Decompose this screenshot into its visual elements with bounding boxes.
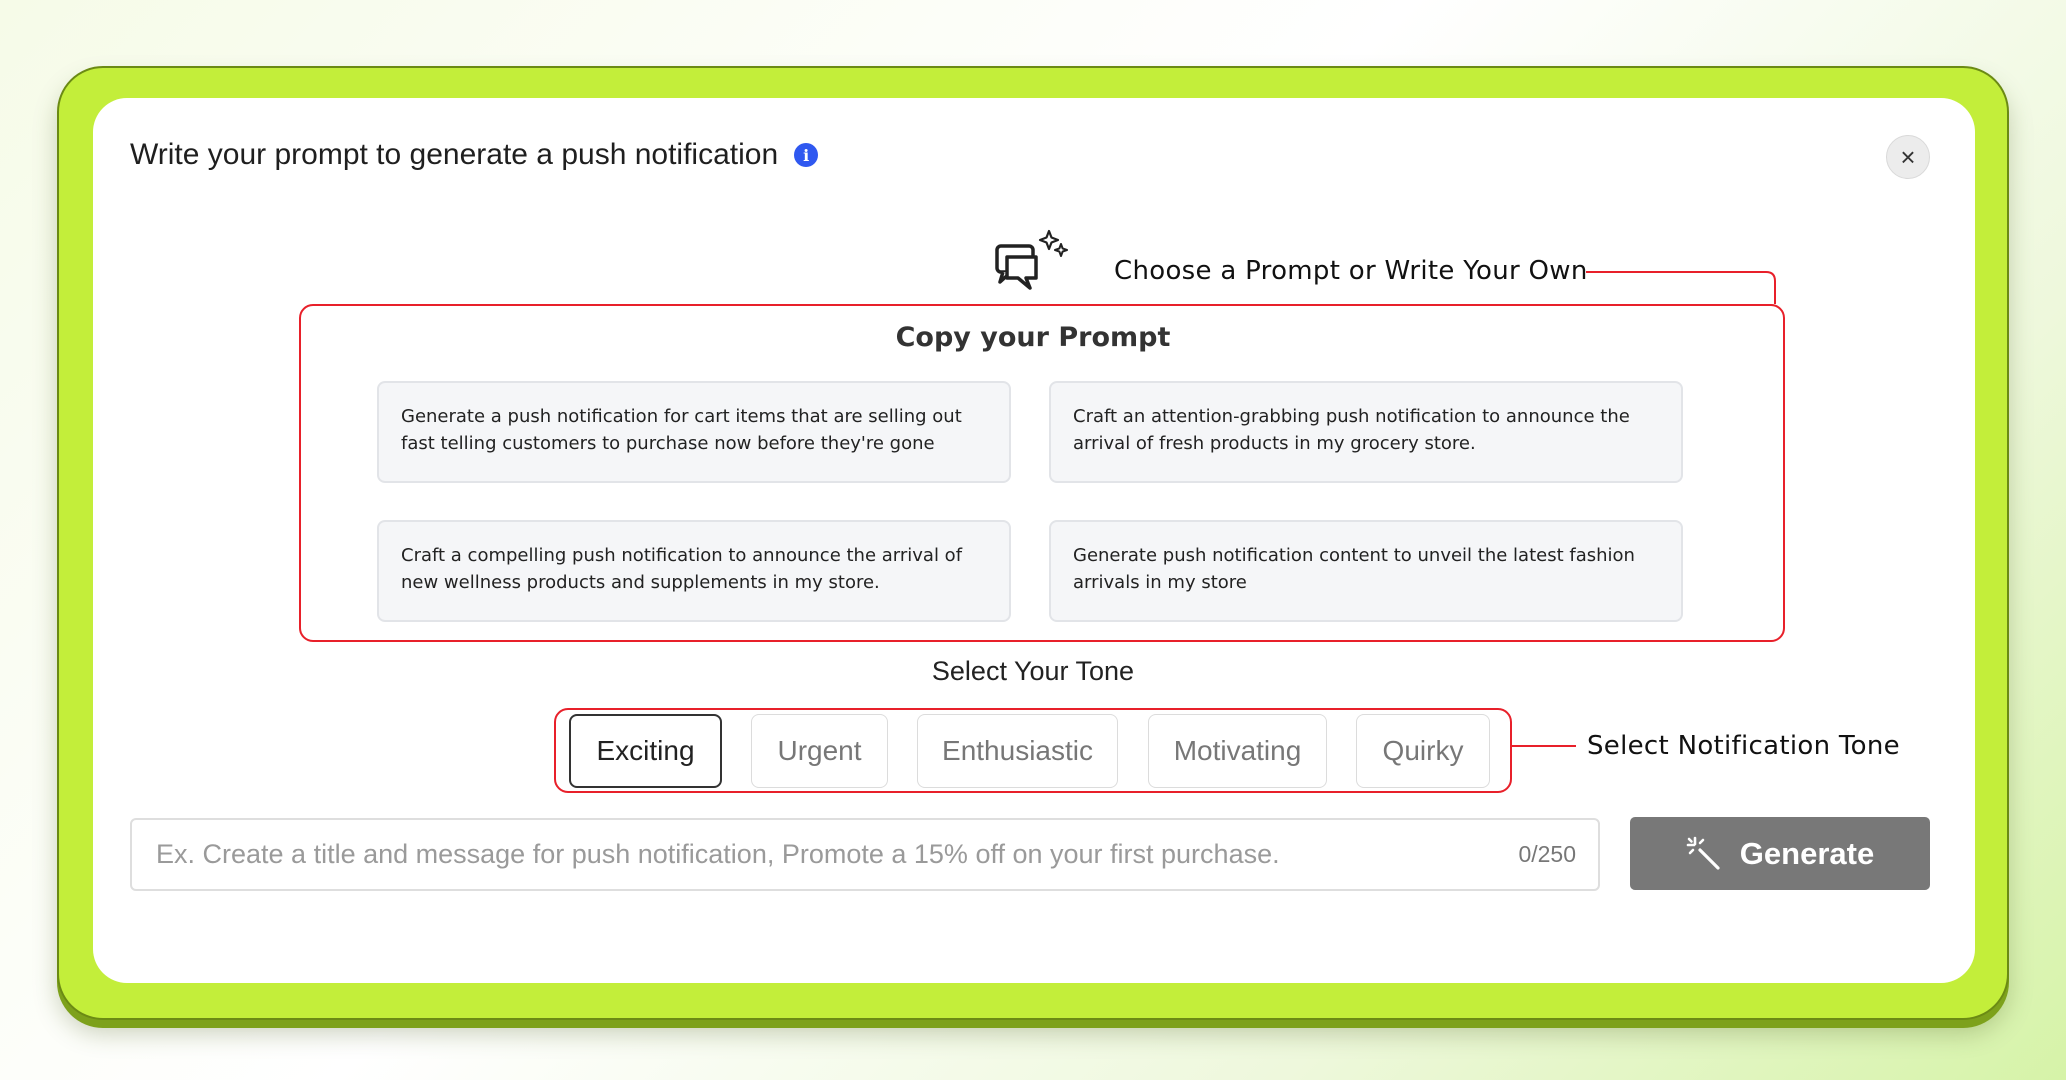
character-counter: 0/250 xyxy=(1518,841,1576,867)
prompt-card[interactable]: Craft an attention-grabbing push notific… xyxy=(1049,381,1683,483)
prompt-input-field[interactable]: 0/250 xyxy=(130,818,1600,891)
tone-enthusiastic-button[interactable]: Enthusiastic xyxy=(917,714,1118,788)
generate-label: Generate xyxy=(1739,835,1875,871)
dialog-title: Write your prompt to generate a push not… xyxy=(130,138,819,172)
copy-prompt-title: Copy your Prompt xyxy=(895,322,1171,353)
prompt-card[interactable]: Generate a push notification for cart it… xyxy=(377,381,1011,483)
select-tone-annotation: Select Notification Tone xyxy=(1587,731,1900,761)
close-icon: × xyxy=(1900,141,1916,172)
prompt-input[interactable] xyxy=(154,838,1507,871)
info-icon[interactable]: i xyxy=(794,143,819,167)
chat-sparkle-icon xyxy=(995,229,1068,290)
tone-quirky-button[interactable]: Quirky xyxy=(1356,714,1490,788)
generate-button[interactable]: Generate xyxy=(1630,817,1930,890)
magic-wand-icon xyxy=(1686,836,1720,870)
dialog-title-text: Write your prompt to generate a push not… xyxy=(130,138,779,171)
prompt-card[interactable]: Generate push notification content to un… xyxy=(1049,520,1683,622)
tone-title: Select Your Tone xyxy=(931,656,1135,686)
choose-prompt-annotation: Choose a Prompt or Write Your Own xyxy=(1114,256,1588,286)
tone-exciting-button[interactable]: Exciting xyxy=(569,714,722,788)
tone-motivating-button[interactable]: Motivating xyxy=(1148,714,1327,788)
close-button[interactable]: × xyxy=(1886,135,1930,179)
prompt-card[interactable]: Craft a compelling push notification to … xyxy=(377,520,1011,622)
tone-urgent-button[interactable]: Urgent xyxy=(751,714,888,788)
